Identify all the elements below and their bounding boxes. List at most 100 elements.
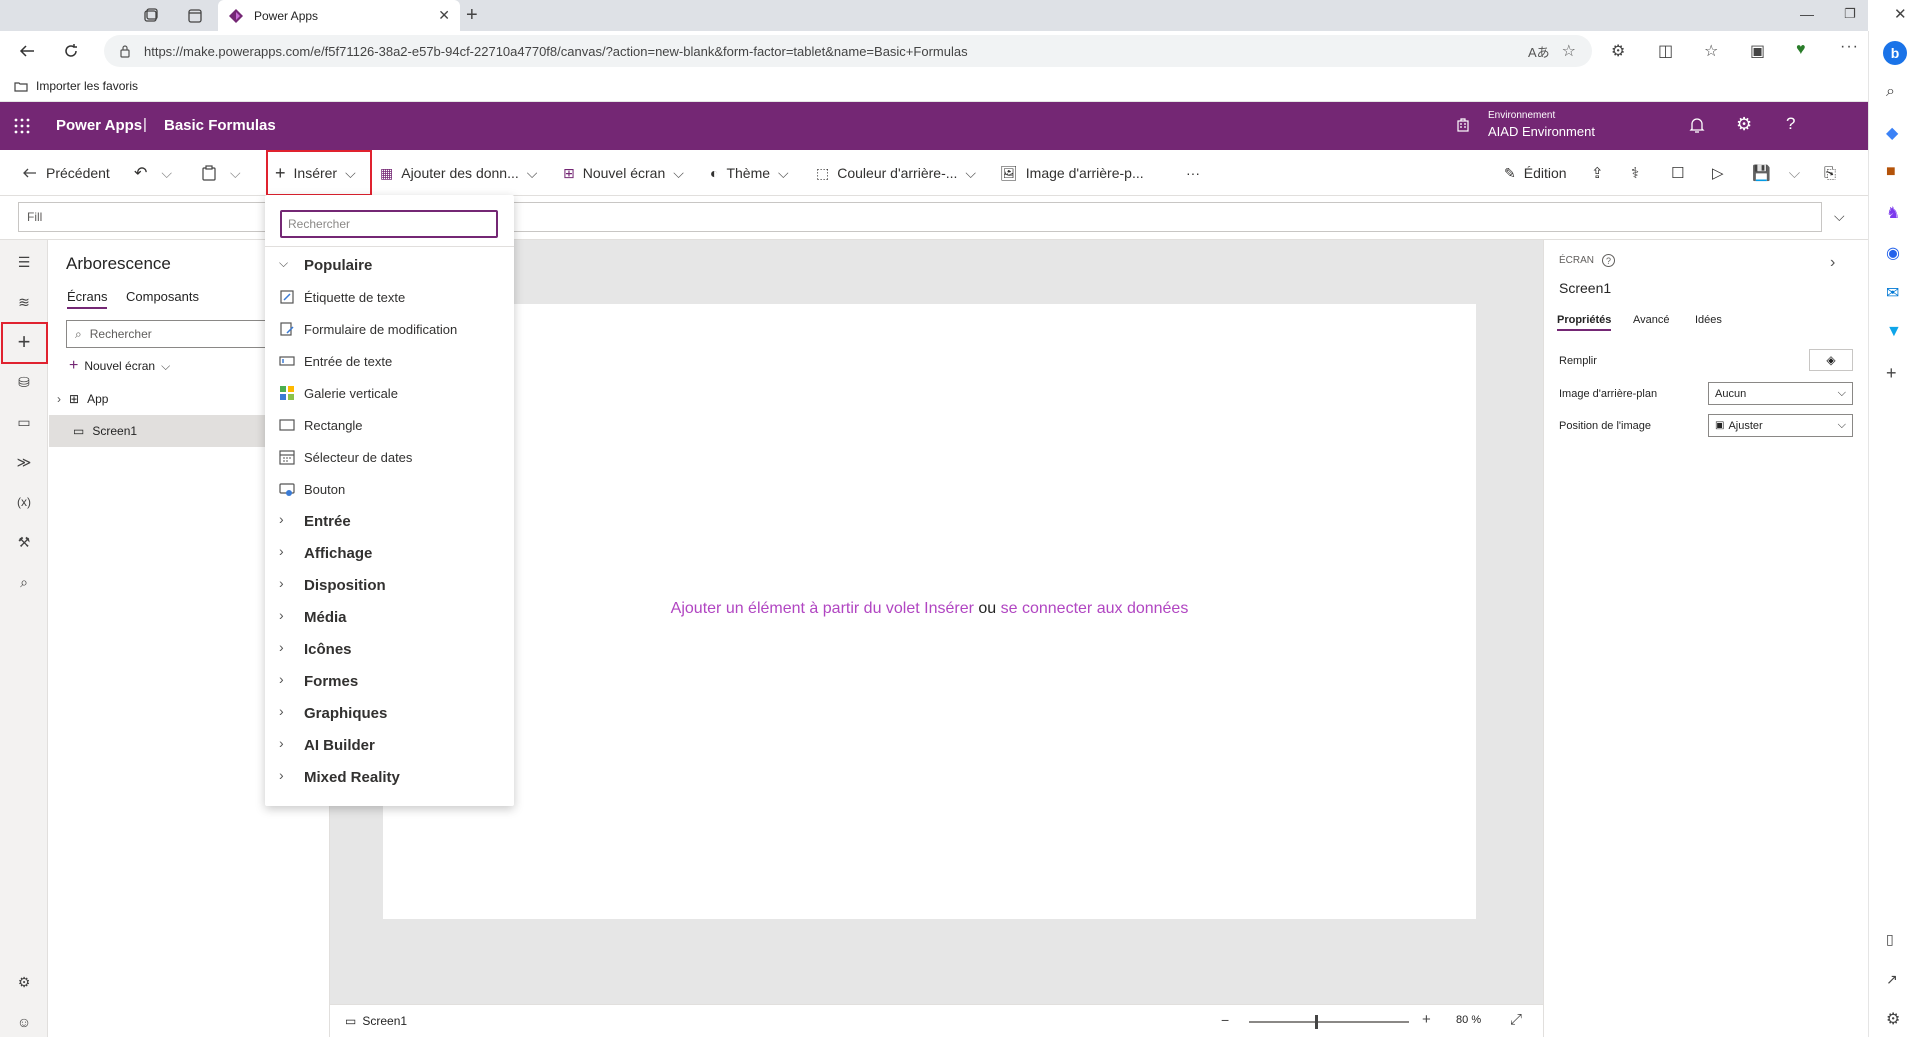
shopping-icon[interactable]: ◆ — [1886, 123, 1898, 143]
menu-item-text-input[interactable]: Entrée de texte — [265, 345, 514, 377]
img-pos-dropdown[interactable]: ▣ Ajuster ⌵ — [1708, 414, 1853, 437]
url-box[interactable]: https://make.powerapps.com/e/f5f71126-38… — [104, 35, 1592, 67]
zoom-in-icon[interactable]: + — [1422, 1011, 1431, 1028]
search-icon[interactable]: ⌕ — [1886, 83, 1895, 101]
games-icon[interactable]: ♞ — [1886, 203, 1900, 223]
screen-selector[interactable]: ▭ Screen1 — [345, 1014, 407, 1028]
restore-icon[interactable]: ❐ — [1844, 6, 1856, 22]
zoom-slider-thumb[interactable] — [1315, 1015, 1318, 1029]
tab-advanced[interactable]: Avancé — [1633, 314, 1670, 326]
search-rail-icon[interactable]: ⌕ — [12, 570, 36, 594]
menu-item-date-picker[interactable]: Sélecteur de dates — [265, 441, 514, 473]
tab-screens[interactable]: Écrans — [67, 289, 108, 309]
category-input[interactable]: › Entrée — [265, 505, 514, 537]
document-name[interactable]: Basic Formulas — [164, 117, 276, 134]
back-icon[interactable] — [18, 42, 36, 60]
category-layout[interactable]: › Disposition — [265, 569, 514, 601]
paste-chevron-icon[interactable]: ⌵ — [230, 165, 241, 182]
close-tab-icon[interactable]: ✕ — [438, 7, 450, 24]
tab-actions-icon[interactable] — [187, 8, 203, 24]
category-ai-builder[interactable]: › AI Builder — [265, 729, 514, 761]
media-rail-icon[interactable]: ▭ — [12, 410, 36, 434]
zoom-out-icon[interactable]: − — [1221, 1012, 1229, 1028]
refresh-icon[interactable] — [62, 42, 80, 60]
fit-to-window-icon[interactable]: ⤢ — [1510, 1011, 1522, 1028]
category-shapes[interactable]: › Formes — [265, 665, 514, 697]
close-window-icon[interactable]: ✕ — [1894, 5, 1907, 23]
menu-item-rectangle[interactable]: Rectangle — [265, 409, 514, 441]
category-media[interactable]: › Média — [265, 601, 514, 633]
new-screen-button[interactable]: ⊞ Nouvel écran ⌵ — [563, 150, 684, 196]
outlook-icon[interactable]: ✉ — [1886, 283, 1899, 303]
workspaces-icon[interactable] — [143, 8, 159, 24]
external-link-icon[interactable]: ↗ — [1886, 971, 1898, 988]
collections-icon[interactable]: ▣ — [1750, 41, 1765, 61]
publish-button[interactable]: ⎘ — [1824, 150, 1836, 196]
insert-pane-link[interactable]: Ajouter un élément à partir du volet Ins… — [671, 600, 974, 617]
browser-tab-powerapps[interactable]: Power Apps ✕ — [218, 0, 460, 31]
category-mixed-reality[interactable]: › Mixed Reality — [265, 761, 514, 793]
favorite-star-icon[interactable]: ☆ — [1562, 41, 1576, 61]
menu-item-edit-form[interactable]: Formulaire de modification — [265, 313, 514, 345]
theme-button[interactable]: ◐ Thème ⌵ — [710, 150, 789, 196]
background-image-button[interactable]: 🖼 Image d'arrière-p... — [1000, 150, 1144, 196]
more-commands-button[interactable]: ··· — [1186, 150, 1200, 196]
screen-canvas[interactable]: Ajouter un élément à partir du volet Ins… — [383, 304, 1476, 919]
zoom-slider[interactable] — [1249, 1015, 1409, 1029]
comments-button[interactable]: ☐ — [1671, 150, 1684, 196]
help-icon[interactable]: ? — [1786, 114, 1795, 134]
background-color-button[interactable]: ⬚ Couleur d'arrière-... ⌵ — [816, 150, 976, 196]
property-selector[interactable]: Fill — [18, 202, 268, 232]
new-tab-icon[interactable]: + — [466, 4, 478, 27]
virtual-agent-rail-icon[interactable]: ☺ — [12, 1010, 36, 1034]
app-launcher-icon[interactable] — [14, 118, 30, 134]
variables-rail-icon[interactable]: (x) — [12, 490, 36, 514]
tab-properties[interactable]: Propriétés — [1557, 314, 1612, 331]
menu-item-text-label[interactable]: Étiquette de texte — [265, 281, 514, 313]
category-display[interactable]: › Affichage — [265, 537, 514, 569]
tab-components[interactable]: Composants — [126, 289, 199, 304]
settings-icon[interactable]: ⚙ — [1736, 114, 1752, 135]
import-favorites-link[interactable]: Importer les favoris — [36, 79, 138, 93]
sidebar-settings-icon[interactable]: ⚙ — [1886, 1009, 1900, 1029]
menu-item-button[interactable]: Bouton — [265, 473, 514, 505]
environment-name[interactable]: AIAD Environment — [1488, 124, 1595, 139]
add-sidebar-icon[interactable]: + — [1886, 363, 1897, 384]
category-charts[interactable]: › Graphiques — [265, 697, 514, 729]
new-screen-tree-button[interactable]: + Nouvel écran ⌵ — [69, 357, 170, 375]
tab-ideas[interactable]: Idées — [1695, 314, 1722, 326]
share-button[interactable]: ⇪ — [1591, 150, 1604, 196]
save-chevron-icon[interactable]: ⌵ — [1789, 165, 1800, 182]
edit-button[interactable]: ✎ Édition — [1504, 150, 1567, 196]
undo-button[interactable]: ↶ ⌵ — [134, 150, 172, 196]
chevron-right-icon[interactable]: › — [57, 392, 61, 406]
back-button[interactable]: Précédent — [22, 150, 110, 196]
insert-search-input[interactable]: Rechercher — [280, 210, 498, 238]
split-screen-icon[interactable]: ◫ — [1658, 41, 1673, 61]
save-button[interactable]: 💾 ⌵ — [1752, 150, 1800, 196]
notifications-icon[interactable] — [1689, 116, 1705, 134]
preview-button[interactable]: ▷ — [1712, 150, 1724, 196]
app-checker-button[interactable]: ⚕ — [1631, 150, 1639, 196]
extensions-icon[interactable]: ⚙ — [1611, 41, 1625, 61]
tree-view-icon[interactable]: ≋ — [12, 290, 36, 314]
drop-icon[interactable]: ▼ — [1886, 323, 1902, 341]
category-icons[interactable]: › Icônes — [265, 633, 514, 665]
category-popular[interactable]: ⌵ Populaire — [265, 249, 514, 281]
hamburger-menu-icon[interactable]: ☰ — [12, 250, 36, 274]
bg-image-dropdown[interactable]: Aucun ⌵ — [1708, 382, 1853, 405]
copilot-icon[interactable]: b — [1883, 41, 1907, 65]
add-data-button[interactable]: ▦ Ajouter des donn... ⌵ — [380, 150, 537, 196]
microsoft365-icon[interactable]: ◉ — [1886, 243, 1900, 263]
undo-chevron-icon[interactable]: ⌵ — [161, 165, 172, 182]
expand-formula-icon[interactable]: ⌵ — [1834, 208, 1845, 225]
app-name[interactable]: Power Apps — [56, 117, 142, 134]
hide-sidebar-icon[interactable]: ▯ — [1886, 931, 1894, 948]
read-aloud-icon[interactable]: Aあ — [1528, 42, 1550, 61]
data-rail-icon[interactable]: ⛁ — [12, 370, 36, 394]
minimize-icon[interactable]: — — [1800, 6, 1814, 22]
favorites-icon[interactable]: ☆ — [1704, 41, 1718, 61]
fill-color-picker[interactable]: ◈ — [1809, 349, 1853, 371]
connect-data-link[interactable]: se connecter aux données — [1001, 600, 1189, 617]
browser-essentials-icon[interactable]: ♥ — [1796, 41, 1806, 59]
